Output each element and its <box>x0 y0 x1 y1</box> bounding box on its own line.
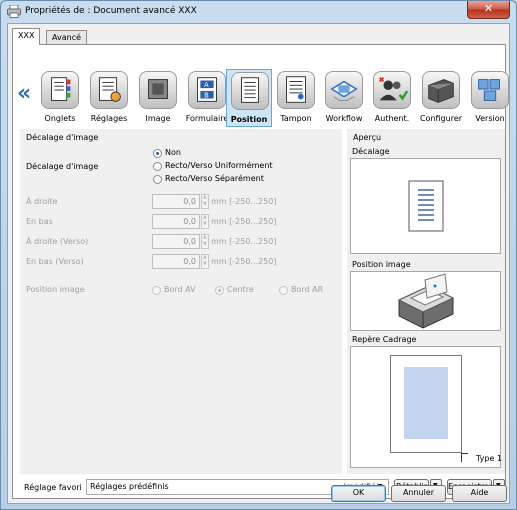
field-unit: mm [-250...250] <box>211 237 277 246</box>
radio-non-label[interactable]: Non <box>165 148 181 157</box>
image-position-preview <box>350 271 501 331</box>
close-icon: ✕ <box>483 2 494 15</box>
stamp-icon <box>277 71 315 109</box>
dialog-body: XXX Avancé « » Onglets Réglages <box>7 23 510 504</box>
printer-preview-icon <box>397 273 455 329</box>
radio-recto-verso-uniform[interactable] <box>153 162 162 171</box>
crop-image-area <box>404 367 448 439</box>
ribbon-workflow[interactable]: Workflow <box>321 69 367 127</box>
field-unit: mm [-250...250] <box>211 217 277 226</box>
field-label-bottom-verso: En bas (Verso) <box>26 257 84 266</box>
printer-icon <box>7 5 21 18</box>
crop-mark-icon <box>461 453 468 462</box>
tab-panel: « » Onglets Réglages <box>12 44 509 499</box>
cancel-button[interactable]: Annuler <box>391 485 446 502</box>
page-preview-icon <box>408 180 444 232</box>
ribbon-tampon[interactable]: Tampon <box>273 69 319 127</box>
ribbon-authent[interactable]: Authent. <box>369 69 415 127</box>
version-icon <box>471 71 509 109</box>
configure-icon <box>422 71 460 109</box>
svg-text:B: B <box>204 92 209 100</box>
offset-bottom-verso-stepper[interactable] <box>201 254 209 269</box>
offset-right-verso-input[interactable]: 0,0 <box>152 234 200 249</box>
radio-bord-ar-label[interactable]: Bord AR <box>291 285 323 294</box>
offset-right-verso-stepper[interactable] <box>201 234 209 249</box>
position-settings-panel: Décalage d'image Décalage d'image Non Re… <box>20 129 342 474</box>
ribbon-configurer[interactable]: Configurer <box>418 69 464 127</box>
offset-right-stepper[interactable] <box>201 194 209 209</box>
field-label-right: À droite <box>26 197 58 206</box>
preview-title: Aperçu <box>353 133 382 142</box>
field-label-bottom: En bas <box>26 217 53 226</box>
ok-button[interactable]: OK <box>331 485 386 502</box>
field-unit: mm [-250...250] <box>211 257 277 266</box>
crop-marks-preview-title: Repère Cadrage <box>352 335 417 344</box>
ribbon-onglets[interactable]: Onglets <box>37 69 83 127</box>
preview-panel: Aperçu Décalage Position image Repère Ca… <box>347 129 505 474</box>
workflow-icon <box>325 71 363 109</box>
scroll-left-icon[interactable]: « <box>17 81 31 106</box>
radio-centre[interactable] <box>215 286 224 295</box>
offset-bottom-input[interactable]: 0,0 <box>152 214 200 229</box>
function-ribbon: Onglets Réglages Image AB Formulaire Pos… <box>37 69 509 127</box>
tabs-icon <box>41 71 79 109</box>
position-icon <box>231 72 269 110</box>
offset-bottom-verso-input[interactable]: 0,0 <box>152 254 200 269</box>
image-position-preview-title: Position image <box>352 260 411 269</box>
tab-avance[interactable]: Avancé <box>46 30 88 45</box>
close-button[interactable]: ✕ <box>467 1 510 19</box>
radio-recto-verso-separate[interactable] <box>153 175 162 184</box>
radio-bord-ar[interactable] <box>279 286 288 295</box>
radio-centre-label[interactable]: Centre <box>227 285 254 294</box>
offset-preview-title: Décalage <box>352 147 390 156</box>
favorite-label: Réglage favori <box>24 483 82 492</box>
image-position-label: Position image <box>26 285 85 294</box>
help-button[interactable]: Aide <box>452 485 507 502</box>
group-title: Décalage d'image <box>26 133 99 142</box>
field-label-right-verso: À droite (Verso) <box>26 237 89 246</box>
field-unit: mm [-250...250] <box>211 197 277 206</box>
settings-icon <box>90 71 128 109</box>
form-icon: AB <box>188 71 226 109</box>
radio-bord-av-label[interactable]: Bord AV <box>164 285 196 294</box>
radio-bord-av[interactable] <box>152 286 161 295</box>
tab-xxx[interactable]: XXX <box>12 28 41 45</box>
offset-label: Décalage d'image <box>26 162 99 171</box>
svg-text:A: A <box>204 81 209 89</box>
ribbon-reglages[interactable]: Réglages <box>86 69 132 127</box>
crop-type-label: Type 1 <box>476 454 503 463</box>
radio-recto-verso-separate-label[interactable]: Recto/Verso Séparément <box>165 174 264 183</box>
authentication-icon <box>373 71 411 109</box>
crop-marks-preview: Type 1 <box>350 346 503 468</box>
favorite-value: Réglages prédéfinis <box>90 482 169 491</box>
title-bar[interactable]: Propriétés de : Document avancé XXX ✕ <box>1 1 516 23</box>
offset-preview <box>350 158 501 254</box>
offset-right-input[interactable]: 0,0 <box>152 194 200 209</box>
ribbon-position[interactable]: Position <box>226 69 272 127</box>
window-title: Propriétés de : Document avancé XXX <box>25 6 197 16</box>
ribbon-label: Version <box>475 114 505 123</box>
ribbon-version[interactable]: Version <box>467 69 513 127</box>
radio-non[interactable] <box>153 149 162 158</box>
image-icon <box>139 71 177 109</box>
offset-bottom-stepper[interactable] <box>201 214 209 229</box>
ribbon-image[interactable]: Image <box>135 69 181 127</box>
printer-properties-window: Propriétés de : Document avancé XXX ✕ XX… <box>0 0 517 510</box>
radio-recto-verso-uniform-label[interactable]: Recto/Verso Uniformément <box>165 161 273 170</box>
